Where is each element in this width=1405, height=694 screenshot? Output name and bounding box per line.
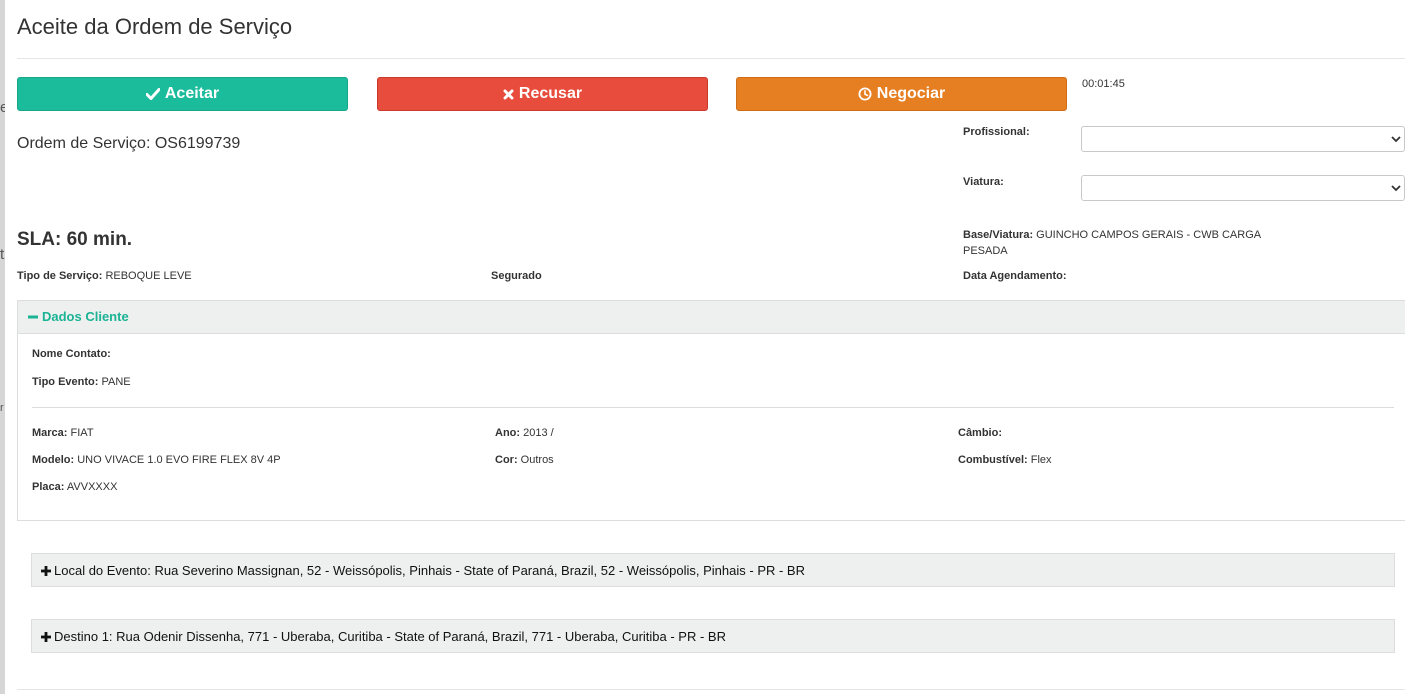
background-text-fragment: t [0,246,5,263]
plus-icon [41,631,51,642]
marca-field: Marca: FIAT [32,427,94,439]
ano-field: Ano: 2013 / [495,427,554,439]
viatura-label: Viatura: [963,176,1004,188]
ano-value: 2013 / [523,427,554,439]
dados-cliente-panel: Dados Cliente Nome Contato: Tipo Evento:… [17,300,1405,521]
times-icon [503,89,514,99]
accept-button[interactable]: Aceitar [17,77,348,111]
base-viatura-info: Base/Viatura: GUINCHO CAMPOS GERAIS - CW… [963,227,1273,259]
check-icon [145,88,160,100]
plus-icon [41,565,51,576]
background-text-fragment: r [0,402,4,414]
combustivel-label: Combustível: [958,454,1028,466]
modelo-field: Modelo: UNO VIVACE 1.0 EVO FIRE FLEX 8V … [32,454,281,466]
dados-cliente-title: Dados Cliente [42,309,129,324]
negotiate-button-label: Negociar [876,85,946,102]
marca-value: FIAT [70,427,94,439]
profissional-label: Profissional: [963,126,1030,138]
tipo-servico-label: Tipo de Serviço: [17,270,103,282]
tipo-evento-label: Tipo Evento: [32,376,99,388]
combustivel-field: Combustível: Flex [958,454,1052,466]
modelo-value: UNO VIVACE 1.0 EVO FIRE FLEX 8V 4P [77,454,281,466]
cambio-label: Câmbio: [958,427,1002,439]
destino-text: Destino 1: Rua Odenir Dissenha, 771 - Ub… [54,629,726,644]
destino-collapse[interactable]: Destino 1: Rua Odenir Dissenha, 771 - Ub… [31,619,1395,653]
chevron-down-icon [1391,185,1401,192]
title-divider [17,58,1405,59]
refuse-button-label: Recusar [518,85,583,102]
tipo-evento-value: PANE [101,376,131,388]
viatura-select[interactable] [1081,175,1405,201]
countdown-timer: 00:01:45 [1082,78,1125,90]
accept-button-label: Aceitar [164,85,220,102]
refuse-button[interactable]: Recusar [377,77,708,111]
tipo-evento-field: Tipo Evento: PANE [32,376,131,388]
cambio-field: Câmbio: [958,427,1002,439]
nome-contato-field: Nome Contato: [32,348,111,360]
clock-icon [858,87,872,101]
data-agendamento-label: Data Agendamento: [963,270,1067,282]
placa-value: AVVXXXX [66,481,118,493]
tipo-servico-value: REBOQUE LEVE [105,270,192,282]
service-order-number: Ordem de Serviço: OS6199739 [17,135,241,152]
profissional-select[interactable] [1081,126,1405,152]
modelo-label: Modelo: [32,454,75,466]
minus-icon [28,315,38,318]
nome-contato-label: Nome Contato: [32,348,111,360]
chevron-down-icon [1391,136,1401,143]
modal-title: Aceite da Ordem de Serviço [17,14,293,39]
placa-field: Placa: AVVXXXX [32,481,117,493]
order-acceptance-modal: Aceite da Ordem de Serviço Aceitar Recus… [5,0,1405,694]
footer-divider [17,689,1405,690]
local-evento-collapse[interactable]: Local do Evento: Rua Severino Massignan,… [31,553,1395,587]
tipo-servico-field: Tipo de Serviço: REBOQUE LEVE [17,270,192,282]
cor-label: Cor: [495,454,518,466]
negotiate-button[interactable]: Negociar [736,77,1067,111]
panel-divider [32,407,1394,408]
cor-value: Outros [520,454,554,466]
ano-label: Ano: [495,427,521,439]
marca-label: Marca: [32,427,68,439]
combustivel-value: Flex [1030,454,1052,466]
local-evento-text: Local do Evento: Rua Severino Massignan,… [54,563,805,578]
sla-value: SLA: 60 min. [17,229,133,250]
placa-label: Placa: [32,481,65,493]
cor-field: Cor: Outros [495,454,554,466]
base-viatura-label: Base/Viatura: [963,229,1034,241]
segurado-label: Segurado [491,270,542,282]
dados-cliente-heading[interactable]: Dados Cliente [18,301,1405,334]
